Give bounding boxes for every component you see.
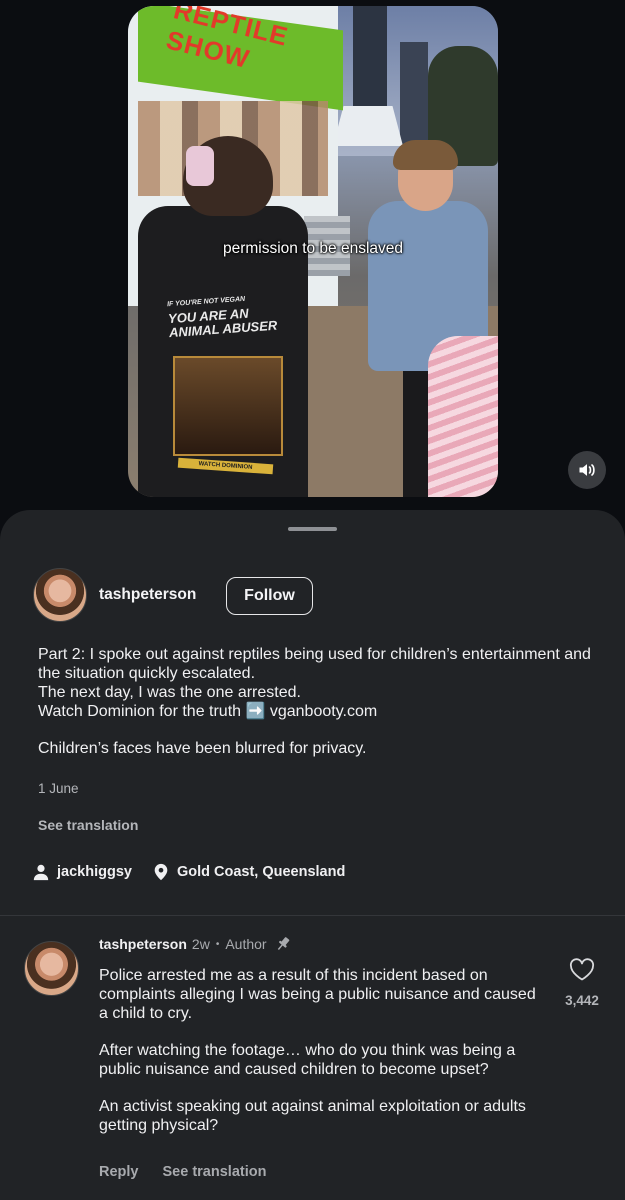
mute-toggle-button[interactable]: [568, 451, 606, 489]
shirt-text-large: YOU ARE AN ANIMAL ABUSER: [167, 305, 278, 341]
hair-clip: [186, 146, 214, 186]
post-date: 1 June: [38, 781, 79, 796]
pin-icon: [274, 935, 292, 953]
comment-body: Police arrested me as a result of this i…: [99, 966, 547, 1153]
comment-time: 2w: [191, 936, 210, 952]
location-pin-icon: [152, 863, 170, 881]
tagged-user-label: jackhiggsy: [57, 864, 132, 880]
see-translation-link[interactable]: See translation: [38, 817, 138, 833]
reply-button[interactable]: Reply: [99, 1164, 139, 1180]
follow-button[interactable]: Follow: [226, 577, 313, 615]
comment-paragraph: An activist speaking out against animal …: [99, 1098, 526, 1134]
comment-paragraph: Police arrested me as a result of this i…: [99, 967, 536, 1022]
location-label: Gold Coast, Queensland: [176, 864, 346, 880]
comment-avatar[interactable]: [24, 941, 79, 996]
comment-header: tashpeterson 2w • Author: [99, 935, 292, 953]
video-player[interactable]: REPTILE SHOW IF YOU'RE NOT VEGAN YOU ARE…: [128, 6, 498, 497]
shirt-band-text: WATCH DOMINION: [177, 457, 274, 475]
volume-on-icon: [579, 464, 595, 476]
location[interactable]: Gold Coast, Queensland: [152, 863, 345, 881]
comment-paragraph: After watching the footage… who do you t…: [99, 1042, 516, 1078]
author-badge: Author: [225, 936, 267, 952]
comment-see-translation-link[interactable]: See translation: [163, 1164, 267, 1180]
like-count: 3,442: [565, 993, 599, 1008]
woman-vegan-shirt: IF YOU'RE NOT VEGAN YOU ARE AN ANIMAL AB…: [138, 136, 308, 497]
caption-paragraph: Part 2: I spoke out against reptiles bei…: [38, 646, 591, 720]
sheet-drag-handle[interactable]: [288, 527, 337, 531]
divider: [0, 915, 625, 916]
video-overlay-caption: permission to be enslaved: [222, 240, 404, 257]
shirt-image: [173, 356, 283, 456]
heart-icon: [569, 958, 595, 981]
tagged-user[interactable]: jackhiggsy: [32, 863, 132, 881]
video-area: REPTILE SHOW IF YOU'RE NOT VEGAN YOU ARE…: [0, 0, 625, 510]
comment-actions: Reply See translation: [99, 1164, 290, 1180]
like-button[interactable]: 3,442: [560, 958, 604, 1008]
separator-dot: •: [215, 938, 220, 950]
post-username[interactable]: tashpeterson: [99, 586, 196, 604]
post-meta-row: jackhiggsy Gold Coast, Queensland: [32, 861, 365, 883]
comment-username[interactable]: tashpeterson: [99, 936, 187, 952]
person-icon: [32, 863, 50, 881]
caption-paragraph: Children’s faces have been blurred for p…: [38, 740, 367, 757]
avatar[interactable]: [33, 568, 87, 622]
post-details-sheet: tashpeterson Follow Part 2: I spoke out …: [0, 510, 625, 1200]
post-caption: Part 2: I spoke out against reptiles bei…: [38, 645, 598, 758]
